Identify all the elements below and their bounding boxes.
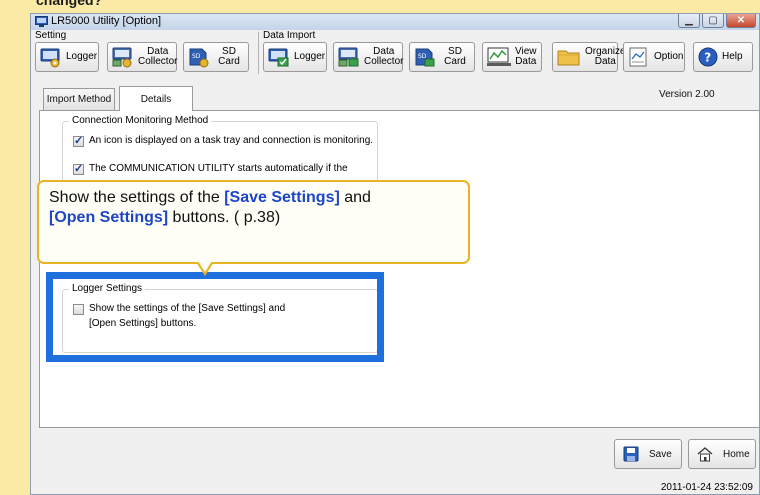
details-panel: Connection Monitoring Method An icon is … <box>39 110 759 428</box>
minimize-icon: ▁ <box>685 14 693 26</box>
toolbar-divider <box>258 32 259 74</box>
import-sd-card-button[interactable]: SD SD Card <box>409 42 475 72</box>
tray-icon-option-label: An icon is displayed on a task tray and … <box>89 135 374 146</box>
view-data-button[interactable]: View Data <box>482 42 542 72</box>
maximize-button[interactable]: ▢ <box>702 14 724 28</box>
logger-import-icon <box>268 48 289 67</box>
home-button[interactable]: Home <box>688 439 756 469</box>
tab-import-method-label: Import Method <box>46 94 112 105</box>
tab-details-label: Details <box>140 93 172 105</box>
setting-sd-card-label: SD Card <box>218 46 240 67</box>
setting-group-label: Setting <box>35 30 67 41</box>
save-label: Save <box>649 448 672 460</box>
import-logger-button[interactable]: Logger <box>263 42 327 72</box>
auto-start-checkbox[interactable] <box>73 162 84 175</box>
setting-data-collector-label: Data Collector <box>138 46 178 67</box>
collector-gear-icon <box>112 47 132 68</box>
option-icon <box>629 47 647 67</box>
view-data-icon <box>487 47 511 66</box>
callout-box: Show the settings of the [Save Settings]… <box>37 180 470 264</box>
maximize-icon: ▢ <box>708 14 718 26</box>
app-window: LR5000 Utility [Option] ▁ ▢ ✕ Setting Da… <box>30 13 760 495</box>
callout-text-3: buttons. ( p.38) <box>168 209 281 226</box>
setting-logger-button[interactable]: Logger <box>35 42 99 72</box>
home-icon <box>697 447 713 462</box>
import-data-collector-label: Data Collector <box>364 46 404 67</box>
save-icon <box>623 446 639 462</box>
status-timestamp: 2011-01-24 23:52:09 <box>660 482 753 493</box>
sd-card-import-icon: SD <box>415 48 435 67</box>
import-logger-label: Logger <box>294 51 326 62</box>
setting-logger-label: Logger <box>66 51 98 62</box>
view-data-label: View Data <box>515 46 537 67</box>
data-import-group-label: Data Import <box>263 30 316 41</box>
logger-gear-icon <box>40 48 60 68</box>
callout-text-1: Show the settings of the <box>49 189 225 206</box>
window-title: LR5000 Utility [Option] <box>51 15 162 27</box>
auto-start-option-label: The COMMUNICATION UTILITY starts automat… <box>89 163 348 174</box>
banner-text: changed? <box>36 0 103 8</box>
help-icon: ? <box>698 47 718 67</box>
callout-pointer-fill <box>198 261 212 272</box>
instruction-banner: changed? <box>0 0 760 13</box>
import-sd-card-label: SD Card <box>444 46 466 67</box>
setting-sd-card-button[interactable]: SD SD Card <box>183 42 249 72</box>
folder-icon <box>557 50 580 66</box>
callout-open-settings: [Open Settings] <box>49 209 169 226</box>
save-button[interactable]: Save <box>614 439 682 469</box>
app-icon <box>35 16 48 27</box>
logger-settings-highlight <box>46 272 384 362</box>
import-data-collector-button[interactable]: Data Collector <box>333 42 403 72</box>
tab-import-method[interactable]: Import Method <box>43 88 115 110</box>
instruction-margin <box>0 13 30 495</box>
setting-data-collector-button[interactable]: Data Collector <box>107 42 177 72</box>
organize-data-label: Organize Data <box>585 46 626 67</box>
sd-card-gear-icon: SD <box>189 48 209 68</box>
svg-text:?: ? <box>704 51 711 65</box>
collector-import-icon <box>338 47 359 67</box>
option-label: Option <box>654 51 684 62</box>
close-icon: ✕ <box>736 14 746 26</box>
home-label: Home <box>723 448 750 460</box>
window-controls: ▁ ▢ ✕ <box>678 14 756 28</box>
minimize-button[interactable]: ▁ <box>678 14 700 28</box>
close-button[interactable]: ✕ <box>726 14 756 28</box>
svg-text:SD: SD <box>192 53 201 60</box>
tray-icon-checkbox[interactable] <box>73 134 84 147</box>
option-button[interactable]: Option <box>623 42 685 72</box>
help-label: Help <box>722 51 743 62</box>
connection-monitoring-legend: Connection Monitoring Method <box>69 115 212 126</box>
version-label: Version 2.00 <box>659 89 715 100</box>
callout-text-2: and <box>339 189 371 206</box>
callout-save-settings: [Save Settings] <box>224 189 340 206</box>
title-bar: LR5000 Utility [Option] ▁ ▢ ✕ <box>31 14 759 30</box>
organize-data-button[interactable]: Organize Data <box>552 42 626 72</box>
help-button[interactable]: ? Help <box>693 42 753 72</box>
tab-details[interactable]: Details <box>119 86 193 111</box>
